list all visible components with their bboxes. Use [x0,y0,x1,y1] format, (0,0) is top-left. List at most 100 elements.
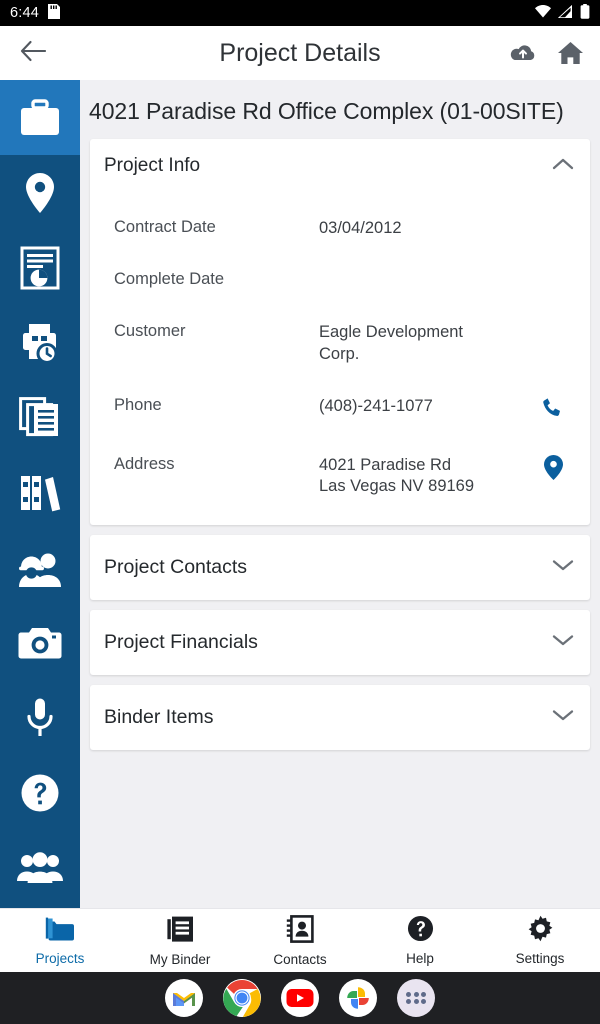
field-phone: Phone (408)-241-1077 [90,375,590,434]
status-bar-clock: 6:44 [10,5,40,21]
body: 4021 Paradise Rd Office Complex (01-00SI… [0,80,600,908]
wifi-icon [535,5,551,21]
bottom-navigation: Projects My Binder Contacts Help Setting [0,908,600,972]
tab-label: Settings [515,951,565,966]
sidebar-item-people[interactable] [0,830,80,905]
field-value: 4021 Paradise Rd Las Vegas NV 89169 [319,455,475,496]
binder-document-icon [166,915,194,948]
sd-card-icon [48,4,61,22]
back-button[interactable] [16,36,50,70]
google-photos-icon[interactable] [339,979,377,1017]
map-pin-icon [543,454,563,485]
field-action-placeholder [530,206,576,218]
field-label: Customer [114,322,186,340]
folder-icon [45,916,75,947]
app-drawer-icon[interactable] [397,979,435,1017]
open-map-button[interactable] [530,443,576,485]
map-pin-icon [23,172,57,214]
report-chart-icon [20,246,60,290]
field-label: Phone [114,395,162,414]
project-info-fields: Contract Date 03/04/2012 Complete Date C… [90,193,590,525]
gmail-icon[interactable] [165,979,203,1017]
field-value [319,258,530,270]
briefcase-icon [19,98,61,137]
help-circle-icon [20,773,60,813]
left-sidebar [0,80,80,908]
people-group-icon [17,851,63,885]
section-binder-items: Binder Items [90,685,590,751]
section-project-financials-header[interactable]: Project Financials [90,610,590,675]
crew-hardhat-icon [17,548,63,588]
help-circle-icon [407,915,434,947]
field-complete-date: Complete Date [90,249,590,301]
section-project-info-header[interactable]: Project Info [90,139,590,193]
phone-icon [541,396,565,425]
section-title: Project Contacts [104,556,248,579]
call-button[interactable] [530,384,576,425]
field-value: Eagle Development Corp. [319,323,464,363]
youtube-icon[interactable] [281,979,319,1017]
address-book-icon [286,914,314,948]
sidebar-item-binders[interactable] [0,455,80,530]
android-dock [0,972,600,1024]
sidebar-item-reports[interactable] [0,230,80,305]
section-project-contacts-header[interactable]: Project Contacts [90,535,590,600]
sidebar-item-documents[interactable] [0,380,80,455]
tab-projects[interactable]: Projects [0,916,120,966]
section-project-contacts: Project Contacts [90,535,590,601]
field-customer: Customer Eagle Development Corp. [90,301,590,375]
sidebar-item-camera[interactable] [0,605,80,680]
section-project-info: Project Info Contract Date 03/04/2012 Co… [90,139,590,526]
status-bar-right [535,4,590,22]
sidebar-item-location[interactable] [0,155,80,230]
sidebar-item-crew[interactable] [0,530,80,605]
print-history-icon [20,322,60,364]
field-contract-date: Contract Date 03/04/2012 [90,197,590,249]
field-value: 03/04/2012 [319,219,402,237]
section-title: Project Financials [104,631,258,654]
status-bar: 6:44 [0,0,600,26]
sidebar-item-help[interactable] [0,755,80,830]
chevron-down-icon [552,558,574,577]
tab-label: My Binder [149,951,211,967]
section-title: Project Info [104,155,201,176]
sidebar-item-print-history[interactable] [0,305,80,380]
section-binder-items-header[interactable]: Binder Items [90,685,590,750]
app-header: Project Details [0,26,600,80]
tab-label: Contacts [273,951,327,967]
home-icon[interactable] [557,41,584,65]
field-action-placeholder [530,310,576,322]
camera-icon [18,625,62,661]
tab-settings[interactable]: Settings [480,915,600,966]
cloud-upload-icon[interactable] [509,42,537,64]
chrome-icon[interactable] [223,979,261,1017]
battery-icon [580,4,590,22]
field-label: Address [114,454,175,473]
sidebar-item-projects[interactable] [0,80,80,155]
section-title: Binder Items [104,706,214,729]
back-arrow-icon [20,40,47,67]
app-drawer-dots [406,991,426,1005]
section-project-financials: Project Financials [90,610,590,676]
status-bar-left: 6:44 [10,4,61,22]
main-content: 4021 Paradise Rd Office Complex (01-00SI… [80,80,600,908]
tab-help[interactable]: Help [360,915,480,966]
documents-copy-icon [19,396,61,439]
field-label: Contract Date [114,218,216,236]
field-label: Complete Date [114,270,225,288]
cellular-signal-icon [558,5,573,21]
chevron-down-icon [552,633,574,652]
field-address: Address 4021 Paradise Rd Las Vegas NV 89… [90,434,590,508]
sidebar-item-voice-memo[interactable] [0,680,80,755]
gear-icon [527,915,554,947]
tab-label: Projects [35,950,85,966]
phone-screen: 6:44 Project Details 4021 Paradise Rd Of… [0,0,600,1024]
tab-contacts[interactable]: Contacts [240,914,360,967]
field-action-placeholder [530,258,576,270]
tab-my-binder[interactable]: My Binder [120,915,240,967]
chevron-up-icon [552,157,574,176]
binders-icon [19,473,61,513]
app-header-actions [509,41,584,65]
chevron-down-icon [552,708,574,727]
project-title: 4021 Paradise Rd Office Complex (01-00SI… [89,98,564,124]
